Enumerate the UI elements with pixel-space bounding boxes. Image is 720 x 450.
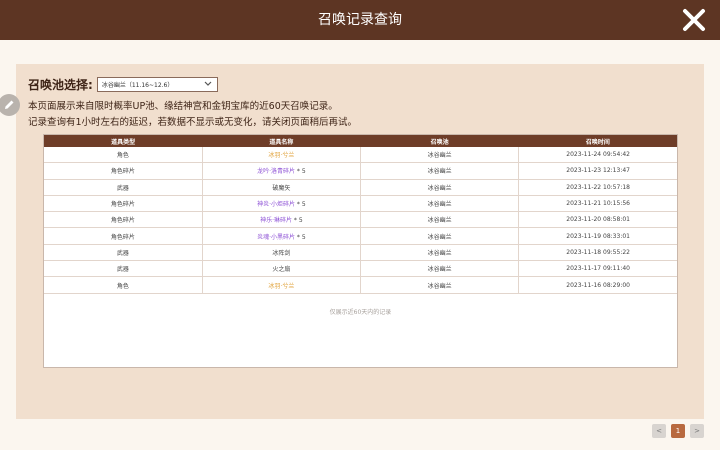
pencil-icon [5,100,14,109]
header-item-name: 道具名称 [202,135,361,147]
item-count: * 5 [296,168,306,176]
pool-selector-row: 召唤池选择: 冰谷幽兰（11.16~12.6） [28,76,218,92]
cell-item-type: 角色碎片 [44,211,203,229]
notice-line-2: 记录查询有1小时左右的延迟，若数据不显示或无变化，请关闭页面稍后再试。 [28,116,358,128]
cell-time: 2023-11-24 09:54:42 [518,147,677,164]
pool-label: 召唤池选择: [28,77,93,92]
cell-pool: 冰谷幽兰 [360,276,520,294]
close-button[interactable] [680,6,708,34]
table-row: 武器 破魔矢 冰谷幽兰 2023-11-22 10:57:18 [44,179,677,196]
records-footnote: 仅展示近60天内的记录 [329,309,392,316]
table-row: 角色碎片 神炎·小炬碎片 * 5 冰谷幽兰 2023-11-21 10:15:56 [44,195,677,213]
item-name-text: 炎魂·小黑碎片 [257,233,295,241]
header-time: 召唤时间 [518,135,677,147]
cell-time: 2023-11-23 12:13:47 [518,162,677,180]
cell-pool: 冰谷幽兰 [360,244,520,262]
cell-pool: 冰谷幽兰 [360,195,520,213]
cell-item-name: 炎魂·小黑碎片 * 5 [202,227,362,245]
item-name-text: 冰阵剑 [272,249,291,257]
close-icon [683,9,705,31]
item-count: * 5 [296,201,306,209]
table-header-row: 道具类型 道具名称 召唤池 召唤时间 [44,135,677,147]
cell-time: 2023-11-19 08:33:01 [518,227,677,245]
item-name-text: 龙吟·洛青碎片 [257,168,295,176]
table-row: 角色碎片 龙吟·洛青碎片 * 5 冰谷幽兰 2023-11-23 12:13:47 [44,162,677,180]
cell-time: 2023-11-20 08:58:01 [518,211,677,229]
cell-time: 2023-11-21 10:15:56 [518,195,677,213]
table-row: 角色碎片 神乐·琳碎片 * 5 冰谷幽兰 2023-11-20 08:58:01 [44,211,677,229]
cell-item-name: 神乐·琳碎片 * 5 [202,211,362,229]
cell-item-type: 角色碎片 [44,195,203,213]
prev-page-button[interactable]: < [652,424,666,438]
table-row: 角色 冰羽·兮兰 冰谷幽兰 2023-11-16 08:29:00 [44,276,677,294]
cell-time: 2023-11-16 08:29:00 [518,276,677,294]
cell-item-name: 破魔矢 [202,179,362,196]
cell-item-type: 武器 [44,244,203,262]
chevron-down-icon [204,81,212,86]
item-name-text: 冰羽·兮兰 [268,152,295,160]
cell-pool: 冰谷幽兰 [360,162,520,180]
records-panel: 召唤池选择: 冰谷幽兰（11.16~12.6） 本页面展示来自限时概率UP池、缘… [16,64,704,419]
header-item-type: 道具类型 [44,135,203,147]
cell-item-name: 冰阵剑 [202,244,362,262]
page-title: 召唤记录查询 [318,12,402,28]
item-name-text: 破魔矢 [272,184,291,192]
cell-pool: 冰谷幽兰 [360,179,520,196]
cell-time: 2023-11-22 10:57:18 [518,179,677,196]
cell-item-type: 角色 [44,276,203,294]
item-count: * 5 [296,233,306,241]
header-bar: 召唤记录查询 [0,0,720,40]
cell-item-type: 角色碎片 [44,162,203,180]
notice-text: 本页面展示来自限时概率UP池、缘结神宫和金钥宝库的近60天召唤记录。 记录查询有… [28,99,357,130]
cell-item-type: 角色碎片 [44,227,203,245]
next-page-button[interactable]: > [690,424,704,438]
cell-time: 2023-11-18 09:55:22 [518,244,677,262]
pool-select-value: 冰谷幽兰（11.16~12.6） [101,81,174,89]
item-count: * 5 [293,217,303,225]
item-name-text: 冰羽·兮兰 [268,282,295,290]
records-table-container: 道具类型 道具名称 召唤池 召唤时间 角色 冰羽·兮兰 冰谷幽兰 2023-11-24… [43,134,678,368]
cell-pool: 冰谷幽兰 [360,227,520,245]
cell-item-type: 武器 [44,260,203,278]
page-1-button[interactable]: 1 [671,424,685,438]
item-name-text: 神炎·小炬碎片 [257,201,295,209]
item-name-text: 神乐·琳碎片 [260,217,292,225]
cell-item-type: 武器 [44,179,203,196]
cell-pool: 冰谷幽兰 [360,211,520,229]
page: 召唤记录查询 召唤池选择: 冰谷幽兰（11.16~12.6） 本页面展示来自限时… [0,0,720,450]
cell-item-name: 冰羽·兮兰 [202,276,362,294]
item-name-text: 火之扇 [272,266,291,274]
cell-pool: 冰谷幽兰 [360,260,520,278]
cell-time: 2023-11-17 09:11:40 [518,260,677,278]
header-pool: 召唤池 [360,135,519,147]
cell-item-type: 角色 [44,147,203,164]
table-body: 角色 冰羽·兮兰 冰谷幽兰 2023-11-24 09:54:42 角色碎片 龙吟·洛青碎… [44,147,677,294]
cell-item-name: 龙吟·洛青碎片 * 5 [202,162,362,180]
table-row: 角色 冰羽·兮兰 冰谷幽兰 2023-11-24 09:54:42 [44,147,677,164]
pool-select[interactable]: 冰谷幽兰（11.16~12.6） [96,76,218,92]
notice-line-1: 本页面展示来自限时概率UP池、缘结神宫和金钥宝库的近60天召唤记录。 [28,101,338,112]
pagination: < 1 > [652,424,704,438]
cell-item-name: 神炎·小炬碎片 * 5 [202,195,362,213]
table-row: 武器 火之扇 冰谷幽兰 2023-11-17 09:11:40 [44,260,677,278]
table-row: 武器 冰阵剑 冰谷幽兰 2023-11-18 09:55:22 [44,244,677,262]
cell-item-name: 冰羽·兮兰 [202,147,362,164]
cell-item-name: 火之扇 [202,260,362,278]
cell-pool: 冰谷幽兰 [360,147,520,164]
records-table: 道具类型 道具名称 召唤池 召唤时间 角色 冰羽·兮兰 冰谷幽兰 2023-11-24… [44,135,677,294]
table-row: 角色碎片 炎魂·小黑碎片 * 5 冰谷幽兰 2023-11-19 08:33:01 [44,227,677,245]
